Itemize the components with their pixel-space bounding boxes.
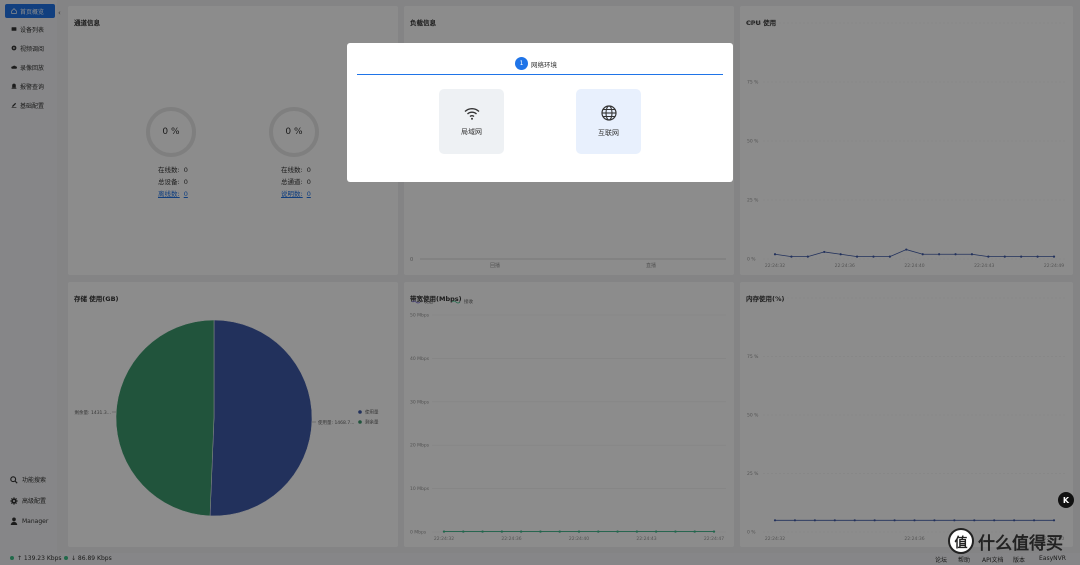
watermark-text: 什么值得买: [978, 533, 1063, 554]
network-modal: 1 网络环境 局域网 互联网: [347, 43, 733, 182]
step-progress-line: [357, 74, 723, 75]
floating-k-button[interactable]: K: [1058, 492, 1074, 508]
watermark: 值 什么值得买: [948, 528, 1063, 554]
globe-icon: [600, 105, 617, 121]
step-label: 网络环境: [531, 61, 557, 69]
lan-option[interactable]: 局域网: [439, 89, 504, 154]
watermark-logo: 值: [948, 528, 974, 554]
lan-option-label: 局域网: [461, 127, 482, 136]
internet-option[interactable]: 互联网: [576, 89, 641, 154]
internet-option-label: 互联网: [598, 129, 619, 137]
step-number: 1: [515, 57, 528, 70]
wifi-icon: [464, 107, 479, 120]
